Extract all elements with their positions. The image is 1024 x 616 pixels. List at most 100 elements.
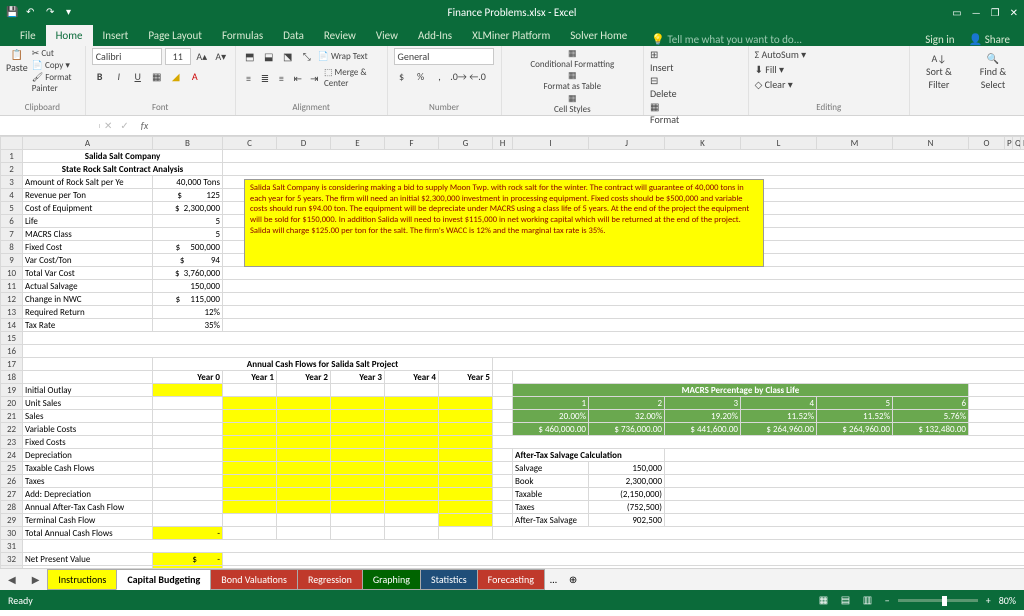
align-right-icon[interactable]: ≡ (275, 70, 288, 86)
cell-styles-button[interactable]: ▦Cell Styles (508, 93, 637, 115)
tab-nav-next-icon[interactable]: ▶ (24, 573, 48, 586)
view-pagebreak-icon[interactable]: ▥ (863, 593, 877, 607)
sheet-tab-instructions[interactable]: Instructions (47, 569, 117, 590)
bold-button[interactable]: B (92, 68, 108, 84)
zoom-out-icon[interactable]: − (885, 594, 890, 607)
tab-xlminer[interactable]: XLMiner Platform (462, 25, 560, 46)
autosum-button[interactable]: Σ AutoSum ▾ (755, 48, 903, 61)
align-bottom-icon[interactable]: ⬔ (280, 48, 296, 64)
shrink-font-icon[interactable]: A▾ (213, 49, 229, 65)
orientation-icon[interactable]: ⤡ (299, 48, 315, 64)
tab-addins[interactable]: Add-Ins (408, 25, 462, 46)
align-center-icon[interactable]: ≣ (258, 70, 271, 86)
name-box[interactable] (0, 124, 100, 128)
minimize-icon[interactable]: — (972, 6, 981, 19)
more-tabs-icon[interactable]: … (544, 573, 563, 586)
find-select-button[interactable]: 🔍Find & Select (968, 52, 1018, 91)
conditional-formatting-button[interactable]: ▦Conditional Formatting (508, 48, 637, 70)
align-left-icon[interactable]: ≡ (242, 70, 255, 86)
inc-decimal-icon[interactable]: .0→ (451, 68, 467, 84)
sheet-tab-forecasting[interactable]: Forecasting (477, 569, 545, 590)
dec-decimal-icon[interactable]: ←.0 (470, 68, 486, 84)
tab-home[interactable]: Home (46, 25, 93, 46)
tab-solver[interactable]: Solver Home (560, 25, 637, 46)
fill-button[interactable]: ⬇ Fill ▾ (755, 63, 903, 76)
zoom-slider[interactable] (898, 599, 978, 602)
problem-note: Salida Salt Company is considering makin… (244, 179, 764, 267)
format-as-table-button[interactable]: ▦Format as Table (508, 70, 637, 92)
sheet-tab-statistics[interactable]: Statistics (420, 569, 478, 590)
indent-inc-icon[interactable]: ⇥ (308, 70, 321, 86)
font-name-select[interactable]: Calibri (92, 48, 162, 65)
align-middle-icon[interactable]: ⬓ (261, 48, 277, 64)
group-cells: ⊞Insert ⊟Delete ▦Format (644, 46, 749, 115)
sheet-tab-graphing[interactable]: Graphing (362, 569, 421, 590)
window-title: Finance Problems.xlsx - Excel (448, 6, 577, 19)
formula-bar[interactable] (156, 124, 1024, 128)
zoom-in-icon[interactable]: + (986, 594, 991, 607)
ribbon-options-icon[interactable]: ▭ (952, 6, 961, 19)
status-bar: Ready ▦ ▤ ▥ − + 80% (0, 590, 1024, 610)
currency-icon[interactable]: $ (394, 68, 410, 84)
tab-page-layout[interactable]: Page Layout (138, 25, 212, 46)
grow-font-icon[interactable]: A▴ (194, 49, 210, 65)
merge-center-button[interactable]: ⬚ Merge & Center (324, 67, 381, 89)
formula-bar-row: ✕ ✓ fx (0, 116, 1024, 136)
group-styles: ▦Conditional Formatting ▦Format as Table… (502, 46, 644, 115)
format-painter-button[interactable]: 🖌 Format Painter (32, 72, 79, 94)
cut-button[interactable]: ✂ Cut (32, 48, 79, 59)
tab-formulas[interactable]: Formulas (212, 25, 273, 46)
fx-icon[interactable]: fx (133, 119, 156, 132)
copy-button[interactable]: 📄 Copy ▾ (32, 60, 79, 71)
fill-color-button[interactable]: ◢ (168, 68, 184, 84)
group-label-clipboard: Clipboard (6, 102, 79, 115)
tab-data[interactable]: Data (273, 25, 314, 46)
insert-cells-button[interactable]: ⊞Insert (650, 48, 742, 74)
title-bar: 💾 ↶ ↷ ▾ Finance Problems.xlsx - Excel ▭ … (0, 0, 1024, 24)
align-top-icon[interactable]: ⬒ (242, 48, 258, 64)
group-alignment: ⬒ ⬓ ⬔ ⤡ 📄 Wrap Text ≡ ≣ ≡ ⇤ ⇥ ⬚ Merge & … (236, 46, 388, 115)
group-editing-right: A↓Sort & Filter 🔍Find & Select (910, 46, 1024, 115)
indent-dec-icon[interactable]: ⇤ (291, 70, 304, 86)
tell-me[interactable]: 💡 Tell me what you want to do... (651, 33, 802, 46)
worksheet-area[interactable]: Salida Salt Company is considering makin… (0, 136, 1024, 568)
paste-button[interactable]: 📋Paste (6, 48, 28, 94)
share-button[interactable]: 👤 Share (969, 33, 1010, 46)
format-cells-button[interactable]: ▦Format (650, 100, 742, 126)
new-sheet-icon[interactable]: ⊕ (563, 573, 583, 586)
maximize-icon[interactable]: ❐ (991, 6, 1000, 19)
view-normal-icon[interactable]: ▦ (819, 593, 833, 607)
delete-cells-button[interactable]: ⊟Delete (650, 74, 742, 100)
enter-formula-icon[interactable]: ✓ (116, 119, 132, 132)
sign-in-link[interactable]: Sign in (925, 33, 954, 46)
undo-icon[interactable]: ↶ (26, 5, 40, 19)
wrap-text-button[interactable]: 📄 Wrap Text (318, 51, 368, 62)
border-button[interactable]: ▦ (149, 68, 165, 84)
save-icon[interactable]: 💾 (6, 5, 20, 19)
close-icon[interactable]: ✕ (1010, 6, 1018, 19)
italic-button[interactable]: I (111, 68, 127, 84)
qat-customize-icon[interactable]: ▾ (66, 5, 80, 19)
tab-insert[interactable]: Insert (93, 25, 139, 46)
tab-review[interactable]: Review (314, 25, 366, 46)
underline-button[interactable]: U (130, 68, 146, 84)
tab-file[interactable]: File (10, 25, 46, 46)
font-size-select[interactable]: 11 (165, 48, 191, 65)
comma-icon[interactable]: , (432, 68, 448, 84)
sheet-tab-regression[interactable]: Regression (297, 569, 363, 590)
sort-filter-button[interactable]: A↓Sort & Filter (916, 52, 962, 91)
tab-nav-prev-icon[interactable]: ◀ (0, 573, 24, 586)
group-label-number: Number (394, 102, 495, 115)
percent-icon[interactable]: % (413, 68, 429, 84)
sheet-tab-bond[interactable]: Bond Valuations (210, 569, 298, 590)
cancel-formula-icon[interactable]: ✕ (100, 119, 116, 132)
zoom-level[interactable]: 80% (999, 594, 1016, 607)
number-format-select[interactable]: General (394, 48, 494, 65)
redo-icon[interactable]: ↷ (46, 5, 60, 19)
font-color-button[interactable]: A (187, 68, 203, 84)
tab-view[interactable]: View (366, 25, 408, 46)
sheet-tabs-bar: ◀ ▶ Instructions Capital Budgeting Bond … (0, 568, 1024, 590)
sheet-tab-capital-budgeting[interactable]: Capital Budgeting (116, 569, 211, 590)
clear-button[interactable]: ◇ Clear ▾ (755, 78, 903, 91)
view-pagelayout-icon[interactable]: ▤ (841, 593, 855, 607)
